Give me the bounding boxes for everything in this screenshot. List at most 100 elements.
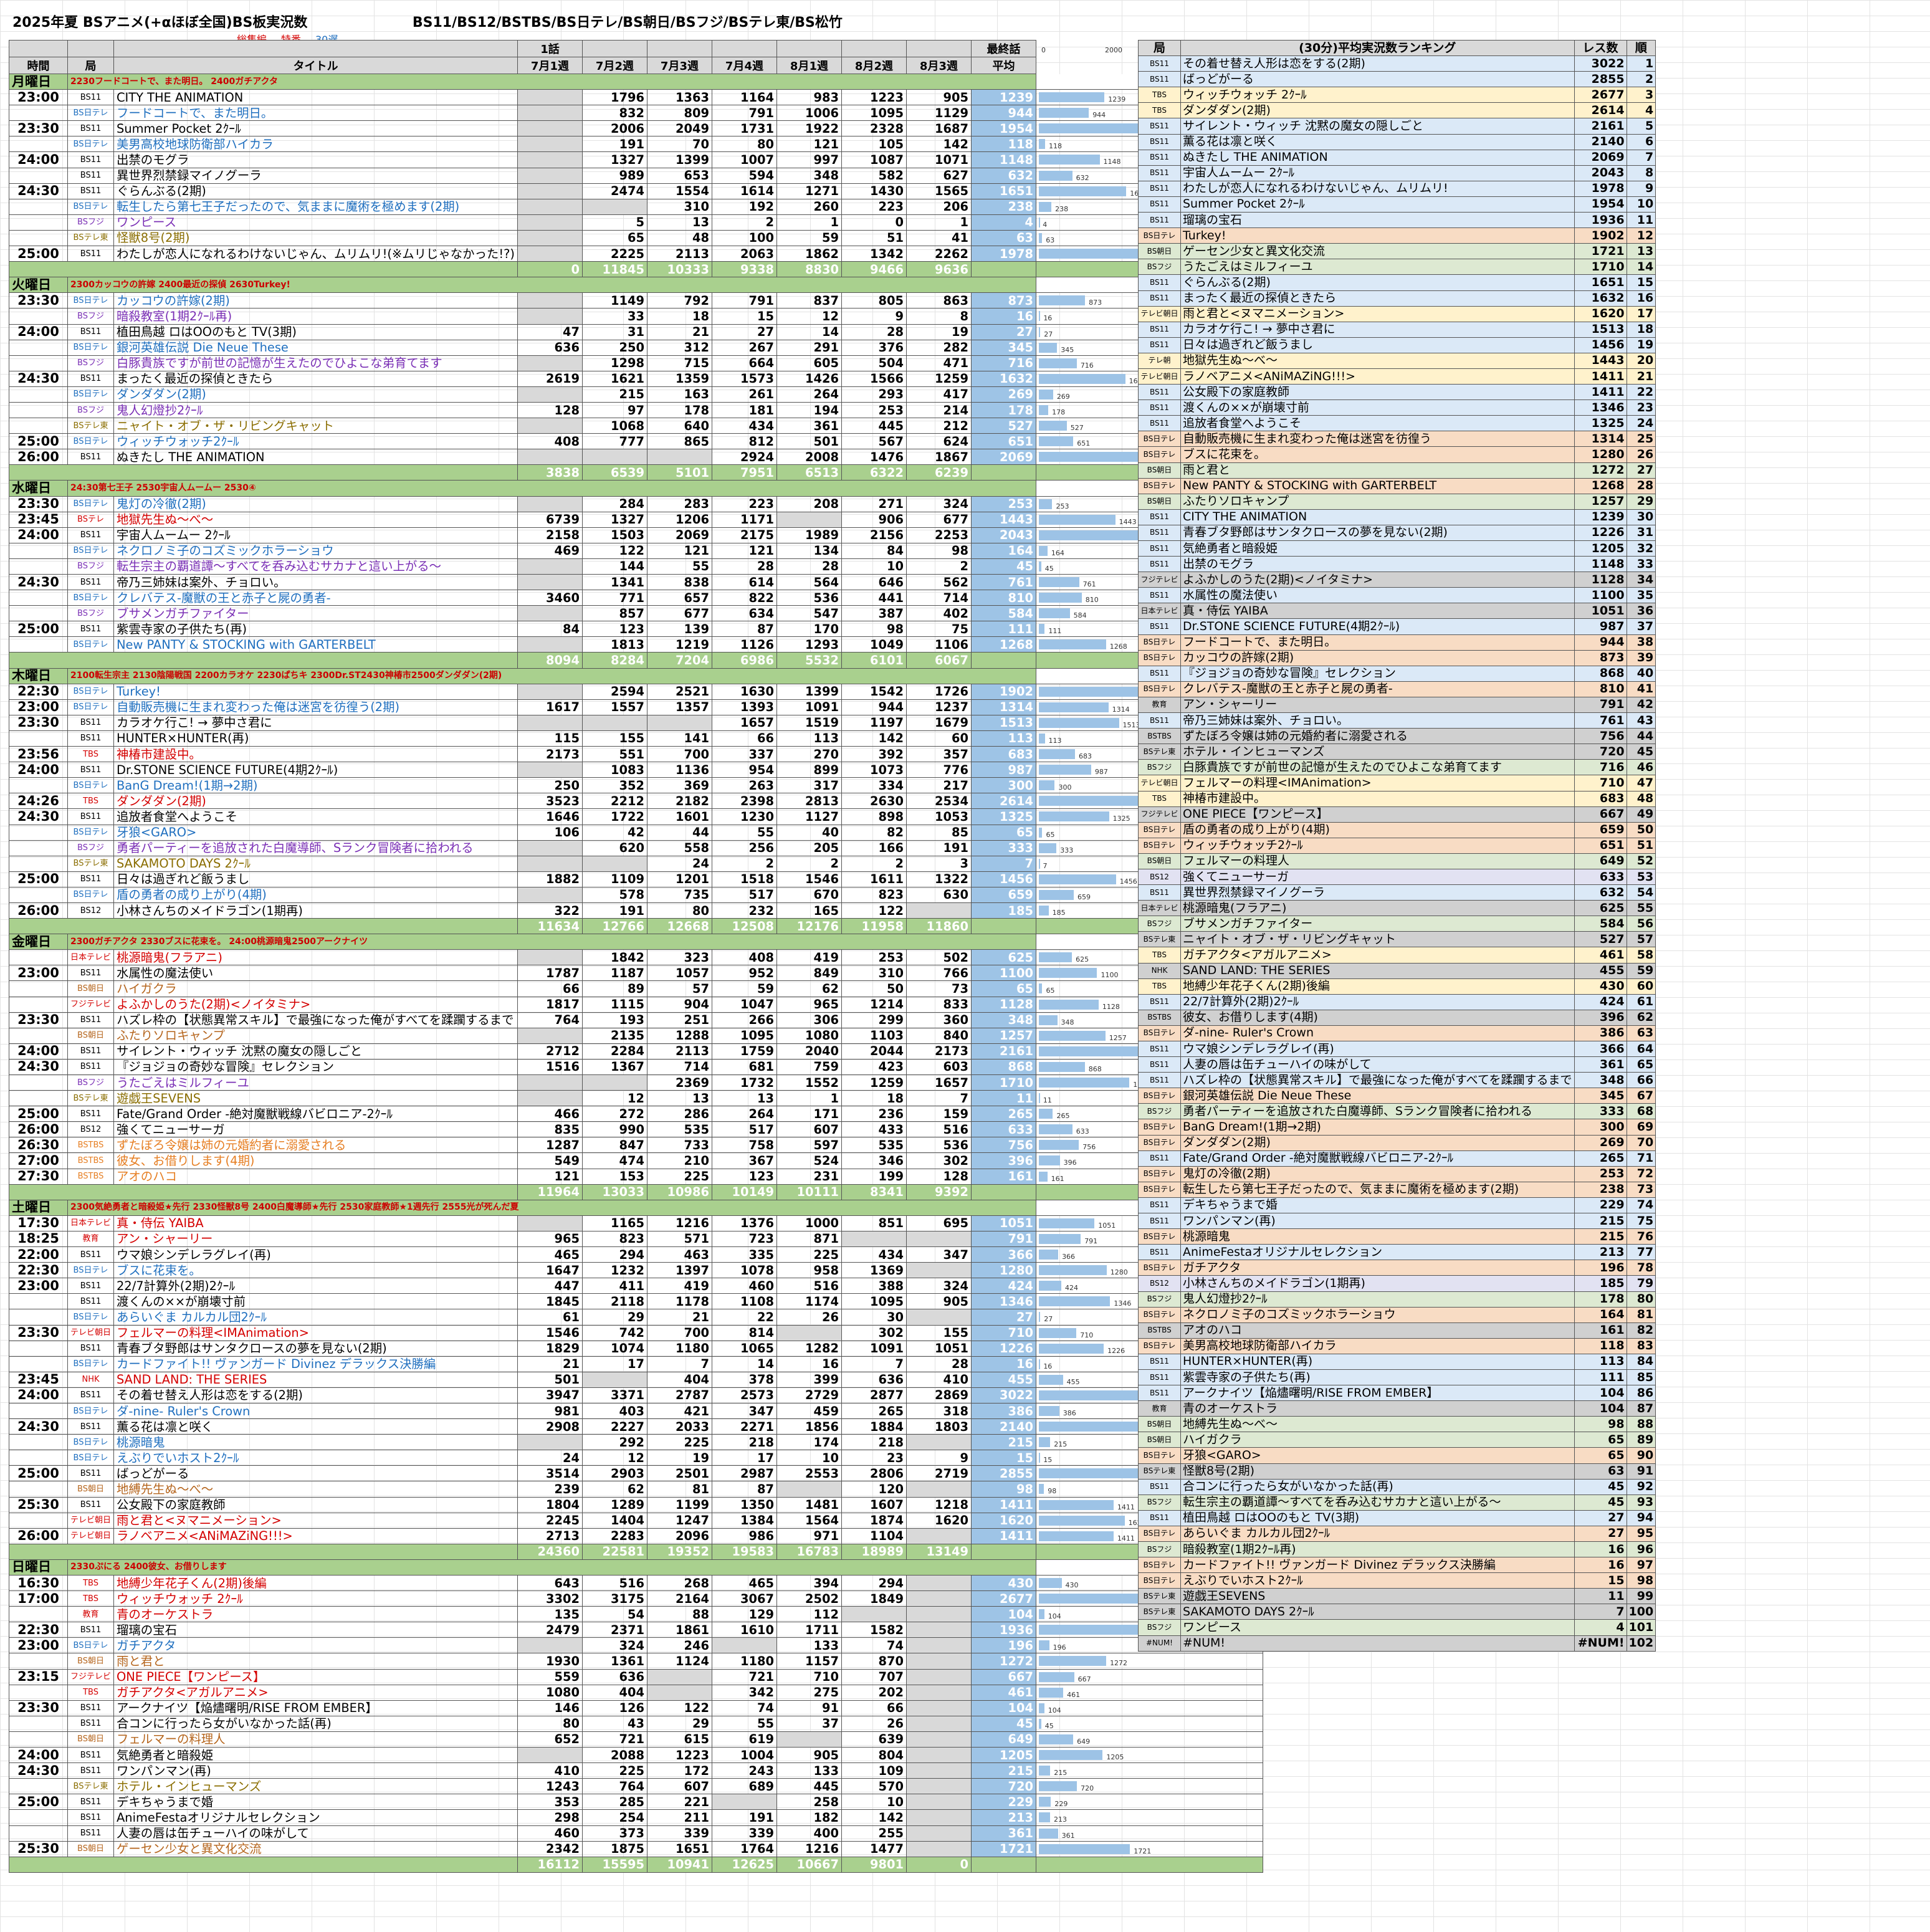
weekly-count: 133 [776,1637,842,1654]
average-bar-label: 11 [1043,1096,1052,1105]
time-slot: 24:30 [9,573,68,591]
ranking-row: BSTBS ずたぼろ令嬢は姉の元婚約者に溺愛される 756 44 [1138,728,1656,745]
ranking-count: 269 [1574,1134,1627,1151]
day-note: 2300ガチアクタ 2330ブスに花束を。 24:00桃源暗鬼2500アークナイ… [67,934,1036,950]
anime-title: ラノベアニメ<ANiMAZiNG!!!> [113,1528,518,1544]
ranking-station: BS11 [1138,1040,1181,1058]
ranking-rank: 3 [1626,87,1656,103]
ranking-count: 229 [1574,1197,1627,1214]
time-slot: 25:00 [9,871,68,887]
ranking-row: #NUM! #NUM! #NUM! 102 [1138,1635,1656,1652]
average-bar-label: 333 [1060,846,1074,854]
weekly-count: 898 [841,808,907,825]
weekly-count: 1867 [905,449,972,466]
weekly-count: 299 [841,1011,907,1028]
day-total: 11845 [581,261,647,278]
station-name: BS日テレ [67,699,115,715]
time-slot: 23:15 [9,1668,68,1685]
weekly-count: 1359 [646,370,712,387]
weekly-count: 404 [646,1371,712,1388]
weekly-count: 838 [646,573,712,591]
station-name: BS11 [67,1700,115,1716]
station-name: BS11 [67,167,115,184]
table-row: BS11 AnimeFestaオリジナルセレクション 298 254 211 191 182… [9,1809,1263,1826]
weekly-count: 80 [711,136,777,153]
ranking-rank: 5 [1626,118,1656,135]
average-bar [1038,1844,1130,1854]
ranking-station: BS日テレ [1138,1525,1181,1542]
station-name: BS日テレ [67,1402,115,1420]
ranking-count: 366 [1574,1040,1627,1058]
average-bar-label: 761 [1082,580,1096,588]
weekly-count: 501 [776,433,842,450]
time-slot [9,996,68,1013]
ranking-rank: 75 [1626,1213,1656,1230]
weekly-count: 408 [711,949,777,966]
weekly-count: 85 [905,824,972,841]
anime-title: 合コンに行ったら女がいなかった話(再) [113,1715,518,1732]
average-bar-label: 45 [1044,564,1054,573]
day-total: 9466 [841,261,907,278]
weekly-count: 282 [905,339,972,356]
anime-title: ネクロノミ子のコズミックホラーショウ [113,542,518,559]
average-bar-label: 4 [1043,220,1048,229]
weekly-count: 2534 [905,793,972,810]
average-count: 185 [970,902,1036,919]
ranking-rank: 79 [1626,1275,1656,1292]
station-name: 日本テレビ [67,1215,115,1231]
time-slot: 27:30 [9,1168,68,1185]
average-bar [1038,717,1119,728]
average-bar [1038,342,1058,353]
weekly-count [517,214,583,231]
weekly-count: 322 [517,902,583,919]
average-bar [1038,404,1049,415]
ranking-title: 22/7計算外(2期)2ｸｰﾙ [1180,993,1575,1010]
ranking-title: 宇宙人ムームー 2ｸｰﾙ [1180,165,1575,181]
weekly-count: 1732 [711,1074,777,1091]
weekly-count: 12 [581,1090,647,1107]
weekly-count: 294 [841,1574,907,1592]
weekly-count: 310 [646,198,712,215]
average-count: 111 [970,621,1036,638]
average-bar [1038,999,1099,1010]
ranking-count: 1205 [1574,540,1627,557]
ranking-header: 局 [1138,39,1181,57]
average-count: 118 [970,136,1036,153]
weekly-count: 275 [776,1684,842,1701]
ranking-row: BS日テレ あらいぐま カルカル団2ｸｰﾙ 27 95 [1138,1525,1656,1542]
weekly-count: 1091 [841,1340,907,1357]
average-count: 178 [970,401,1036,419]
weekly-count: 2069 [646,527,712,543]
weekly-count: 823 [841,886,907,903]
weekly-count: 1711 [776,1622,842,1638]
day-total: 9338 [711,261,777,278]
weekly-count: 1922 [776,120,842,137]
ranking-rank: 11 [1626,212,1656,229]
time-slot: 23:00 [9,699,68,715]
station-name: BS11 [67,1340,115,1357]
average-count: 7 [970,855,1036,872]
average-bar-label: 1148 [1103,158,1121,166]
day-total: 19583 [711,1543,777,1560]
weekly-count: 1282 [776,1340,842,1357]
weekly-count: 681 [711,1058,777,1076]
ranking-count: 2043 [1574,165,1627,181]
weekly-count: 809 [646,105,712,122]
ranking-title: 小林さんちのメイドラゴン(1期再) [1180,1275,1575,1292]
ranking-rank: 64 [1626,1040,1656,1058]
anime-title: 人妻の唇は缶チューハイの味がして [113,1825,518,1842]
ranking-count: 1978 [1574,180,1627,197]
column-header: 7月3週 [646,57,712,74]
weekly-count: 236 [841,1106,907,1122]
time-slot: 23:30 [9,714,68,731]
ranking-title: AnimeFestaオリジナルセレクション [1180,1244,1575,1261]
weekly-count: 1007 [711,151,777,168]
weekly-count: 423 [841,1058,907,1076]
table-row: 23:00 BS11 22/7計算外(2期)2ｸｰﾙ 447 411 419 460 516 3… [9,1278,1263,1294]
station-name: BS日テレ [67,1309,115,1326]
ranking-station: テレビ朝日 [1138,368,1181,385]
weekly-count: 264 [711,1106,777,1122]
header-blank [113,40,518,57]
ranking-title: BanG Dream!(1期→2期) [1180,1119,1575,1136]
anime-title: HUNTER×HUNTER(再) [113,730,518,747]
